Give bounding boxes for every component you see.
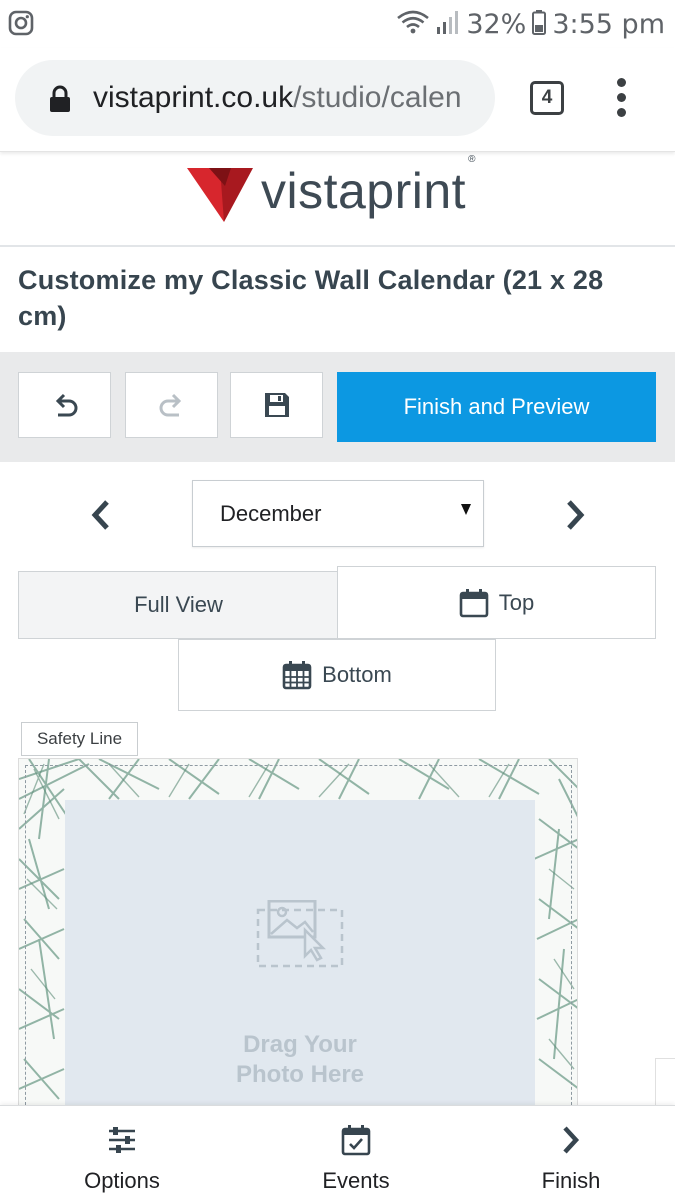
- nav-events[interactable]: Events: [306, 1106, 406, 1200]
- page-title: Customize my Classic Wall Calendar (21 x…: [18, 265, 604, 331]
- brand-name: vistaprint: [261, 163, 467, 219]
- header-divider: [0, 245, 675, 247]
- next-month-button[interactable]: [558, 495, 592, 535]
- tab-top-label: Top: [498, 589, 535, 615]
- browser-toolbar: vistaprint.co.uk/studio/calen 4: [0, 48, 675, 152]
- address-bar[interactable]: vistaprint.co.uk/studio/calen: [15, 60, 495, 136]
- design-canvas[interactable]: Drag Your Photo Here: [18, 758, 578, 1108]
- tab-full-view-label: Full View: [134, 592, 223, 617]
- undo-button[interactable]: [18, 372, 111, 438]
- previous-month-button[interactable]: [84, 495, 118, 535]
- vistaprint-logo-mark: [187, 168, 253, 222]
- nav-finish[interactable]: Finish: [521, 1106, 621, 1200]
- calendar-check-icon: [341, 1125, 371, 1156]
- chevron-right-icon: [567, 500, 585, 530]
- instagram-icon: [8, 10, 34, 41]
- chevron-left-icon: [91, 500, 109, 530]
- signal-icon: [436, 9, 460, 40]
- lock-icon: [47, 84, 73, 119]
- status-bar: 32% 3:55 pm: [0, 0, 675, 48]
- dropdown-caret-icon: [461, 504, 471, 515]
- editor-toolbar: Finish and Preview: [0, 352, 675, 462]
- redo-button[interactable]: [125, 372, 218, 438]
- save-icon: [264, 393, 289, 417]
- wifi-icon: [396, 9, 430, 40]
- photo-drop-zone[interactable]: Drag Your Photo Here: [65, 800, 535, 1107]
- url-text[interactable]: vistaprint.co.uk/studio/calen: [93, 80, 493, 116]
- clock: 3:55 pm: [552, 8, 665, 40]
- drop-text-line2: Photo Here: [235, 1061, 364, 1088]
- trademark-symbol: ®: [468, 154, 476, 166]
- battery-icon: [532, 9, 547, 40]
- month-select[interactable]: December: [192, 480, 484, 547]
- nav-finish-label: Finish: [541, 1168, 601, 1193]
- redo-icon: [159, 393, 181, 417]
- tab-bottom-label: Bottom: [322, 662, 392, 687]
- tab-top[interactable]: Top: [337, 566, 656, 639]
- month-selected-value: December: [220, 501, 322, 526]
- nav-options[interactable]: Options: [72, 1106, 172, 1200]
- side-scroll-handle[interactable]: [655, 1058, 675, 1106]
- drop-zone-text: Drag Your Photo Here: [65, 1030, 535, 1090]
- bottom-navigation: Options Events Finish: [0, 1105, 675, 1200]
- chevron-right-icon: [563, 1126, 580, 1154]
- more-menu-icon[interactable]: [610, 78, 634, 118]
- nav-events-label: Events: [322, 1168, 390, 1193]
- sliders-icon: [109, 1127, 135, 1153]
- tab-switcher-button[interactable]: 4: [530, 81, 564, 115]
- safety-line-label: Safety Line: [21, 722, 138, 756]
- url-path: /studio/calen: [293, 81, 462, 114]
- undo-icon: [55, 393, 77, 417]
- battery-percent: 32%: [466, 8, 527, 40]
- url-host: vistaprint.co.uk: [93, 81, 294, 114]
- nav-options-label: Options: [84, 1168, 160, 1193]
- save-button[interactable]: [230, 372, 323, 438]
- vistaprint-logo[interactable]: vistaprint®: [185, 154, 476, 230]
- image-upload-icon: [256, 900, 344, 968]
- tab-bottom[interactable]: Bottom: [178, 639, 496, 711]
- calendar-icon: [459, 588, 489, 617]
- calendar-grid-icon: [282, 661, 312, 690]
- drop-text-line1: Drag Your: [243, 1031, 357, 1058]
- tab-full-view[interactable]: Full View: [18, 571, 338, 639]
- finish-and-preview-button[interactable]: Finish and Preview: [337, 372, 656, 442]
